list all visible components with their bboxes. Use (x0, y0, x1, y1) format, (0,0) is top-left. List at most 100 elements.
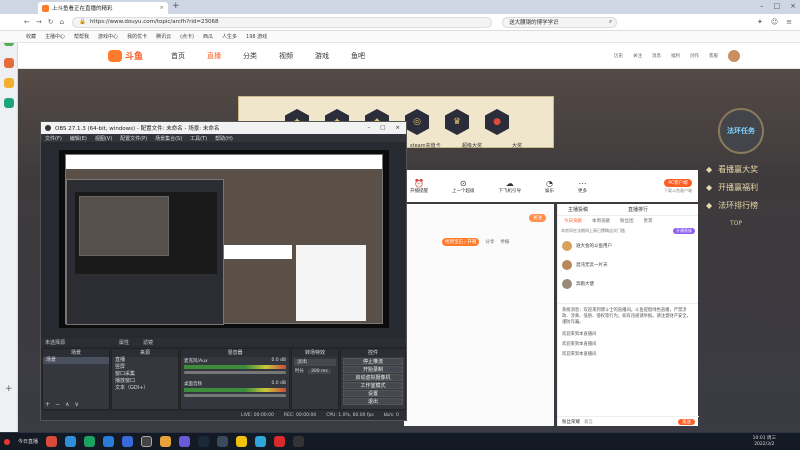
bookmark-item[interactable]: 游戏中心 (98, 33, 118, 40)
douyu-logo-icon[interactable] (108, 49, 122, 62)
tab-ranking[interactable]: 直播排行 (628, 206, 648, 213)
app-icon[interactable] (46, 436, 58, 447)
app-icon[interactable] (217, 436, 229, 447)
source-item[interactable]: 播放窗口 (112, 378, 178, 385)
menu-scene-collection[interactable]: 场景集合(S) (155, 135, 182, 142)
rank-row[interactable]: 奔跑大使 (558, 274, 698, 293)
nav-live[interactable]: 直播 (207, 51, 221, 61)
remind-button[interactable]: ⏰ 开播提醒 (410, 179, 428, 194)
maximize-icon[interactable]: □ (380, 125, 385, 131)
app-icon[interactable] (65, 436, 77, 447)
service-link[interactable]: 客服 (709, 53, 718, 59)
app-icon[interactable] (122, 436, 134, 447)
add-icon[interactable]: + (5, 384, 13, 394)
down-icon[interactable]: ∨ (74, 401, 78, 408)
app-icon[interactable] (255, 436, 267, 447)
sidebar-app-icon[interactable] (4, 98, 14, 108)
scene-item[interactable]: 场景 (43, 357, 109, 364)
subtab-today[interactable]: 今日贡献 (564, 218, 582, 224)
menu-edit[interactable]: 编辑(E) (70, 135, 87, 142)
sidebar-app-icon[interactable] (4, 78, 14, 88)
app-icon[interactable] (236, 436, 248, 447)
start-recording-button[interactable]: 开始录制 (343, 366, 403, 373)
welfare-link[interactable]: 福利 (671, 53, 680, 59)
message-link[interactable]: 消息 (652, 53, 661, 59)
app-icon[interactable] (274, 436, 286, 447)
close-tab-icon[interactable]: × (159, 5, 164, 11)
create-link[interactable]: 创作 (690, 53, 699, 59)
settings-button[interactable]: 设置 (343, 390, 403, 397)
exit-button[interactable]: 退出 (343, 398, 403, 405)
nav-home[interactable]: 首页 (171, 51, 185, 61)
site-logo[interactable]: 斗鱼 (125, 49, 143, 62)
menu-tools[interactable]: 工具(T) (190, 135, 207, 142)
back-icon[interactable]: ← (24, 18, 30, 26)
app-icon[interactable] (160, 436, 172, 447)
search-box[interactable]: 送大腰钢的博学学识 ⌕ (502, 16, 618, 28)
plane-button[interactable]: ☁ 下飞机引导 (499, 179, 522, 194)
menu-watch-reward[interactable]: ◆ 看播赢大奖 (706, 160, 800, 178)
menu-stream-welfare[interactable]: ◆ 开播赢福利 (706, 178, 800, 196)
filters-button[interactable]: 滤镜 (143, 339, 153, 346)
add-icon[interactable]: + (45, 401, 50, 408)
new-tab-icon[interactable]: + (172, 1, 180, 11)
menu-help[interactable]: 帮助(H) (215, 135, 233, 142)
menu-icon[interactable]: ≡ (786, 18, 792, 26)
start-label[interactable]: 今日直播 (18, 438, 38, 445)
forward-icon[interactable]: → (36, 18, 42, 26)
source-item[interactable]: 文本（GDI+） (112, 385, 178, 392)
menu-file[interactable]: 文件(F) (45, 135, 62, 142)
tab-anchor-posts[interactable]: 主播投稿 (568, 206, 588, 213)
source-item[interactable]: 竖屏 (112, 364, 178, 371)
fun-button[interactable]: ◔ 娱乐 (545, 179, 554, 194)
url-bar[interactable]: 🔒 https://www.douyu.com/topic/arcfh?rid=… (72, 16, 493, 28)
bookmark-item[interactable]: 帮帮我 (74, 33, 89, 40)
rank-row[interactable]: 混沌无云一片天 (558, 255, 698, 274)
up-icon[interactable]: ∧ (65, 401, 69, 408)
duration-input[interactable]: 300 ms (308, 368, 331, 374)
menu-leaderboard[interactable]: ◆ 法环排行榜 (706, 196, 800, 214)
menu-profile[interactable]: 配置文件(P) (120, 135, 147, 142)
bookmark-item[interactable]: (点卡) (180, 33, 194, 40)
gift-button[interactable]: 找到宝石 / 开箱 (442, 238, 480, 246)
grand-prize-icon[interactable]: ♛ (445, 109, 469, 135)
home-icon[interactable]: ⌂ (60, 18, 64, 26)
extension-icon[interactable]: ☺ (771, 18, 778, 26)
app-icon[interactable] (179, 436, 191, 447)
prize-icon[interactable]: ● (485, 109, 509, 135)
properties-button[interactable]: 属性 (119, 339, 129, 346)
minimize-icon[interactable]: – (760, 2, 764, 10)
remove-icon[interactable]: − (55, 401, 60, 408)
bookmark-item[interactable]: 198 游戏 (246, 33, 267, 40)
obs-taskbar-icon[interactable] (141, 436, 153, 447)
transition-select[interactable]: 淡出 (294, 359, 336, 366)
browser-tab[interactable]: 上斗鱼看正在直播的精彩 × (38, 2, 168, 14)
search-icon[interactable]: ⌕ (609, 19, 612, 26)
share-button[interactable]: 分享 (485, 239, 494, 245)
open-noble-button[interactable]: 开通贵族 (673, 228, 695, 234)
bookmark-item[interactable]: 西瓜 (203, 33, 213, 40)
extension-icon[interactable]: ✦ (757, 18, 763, 26)
nav-category[interactable]: 分类 (243, 51, 257, 61)
follow-link[interactable]: 关注 (633, 53, 642, 59)
history-link[interactable]: 历史 (614, 53, 623, 59)
subtab-week[interactable]: 本周贡献 (592, 218, 610, 224)
bookmark-item[interactable]: 我的优卡 (127, 33, 147, 40)
chat-input[interactable]: 发言 (584, 419, 593, 425)
bookmark-item[interactable]: 人生多 (222, 33, 237, 40)
bookmark-item[interactable]: 腾讯云 (156, 33, 171, 40)
bookmark-item[interactable]: 收藏 (26, 33, 36, 40)
subtab-fans[interactable]: 粉丝团 (620, 218, 634, 224)
steam-card-icon[interactable]: ◎ (405, 109, 429, 135)
report-button[interactable]: 举报 (500, 239, 509, 245)
subtab-vip[interactable]: 贵宾 (644, 218, 653, 224)
minimize-icon[interactable]: – (367, 125, 370, 131)
stop-streaming-button[interactable]: 停止推流 (343, 358, 403, 365)
nav-video[interactable]: 视频 (279, 51, 293, 61)
event-badge[interactable]: 法环任务 (718, 108, 764, 154)
close-window-icon[interactable]: × (395, 125, 400, 131)
sidebar-app-icon[interactable] (4, 58, 14, 68)
source-item[interactable]: 窗口采集 (112, 371, 178, 378)
nav-games[interactable]: 游戏 (315, 51, 329, 61)
rank-row[interactable]: 逍大会的斗鱼用户 (558, 236, 698, 255)
